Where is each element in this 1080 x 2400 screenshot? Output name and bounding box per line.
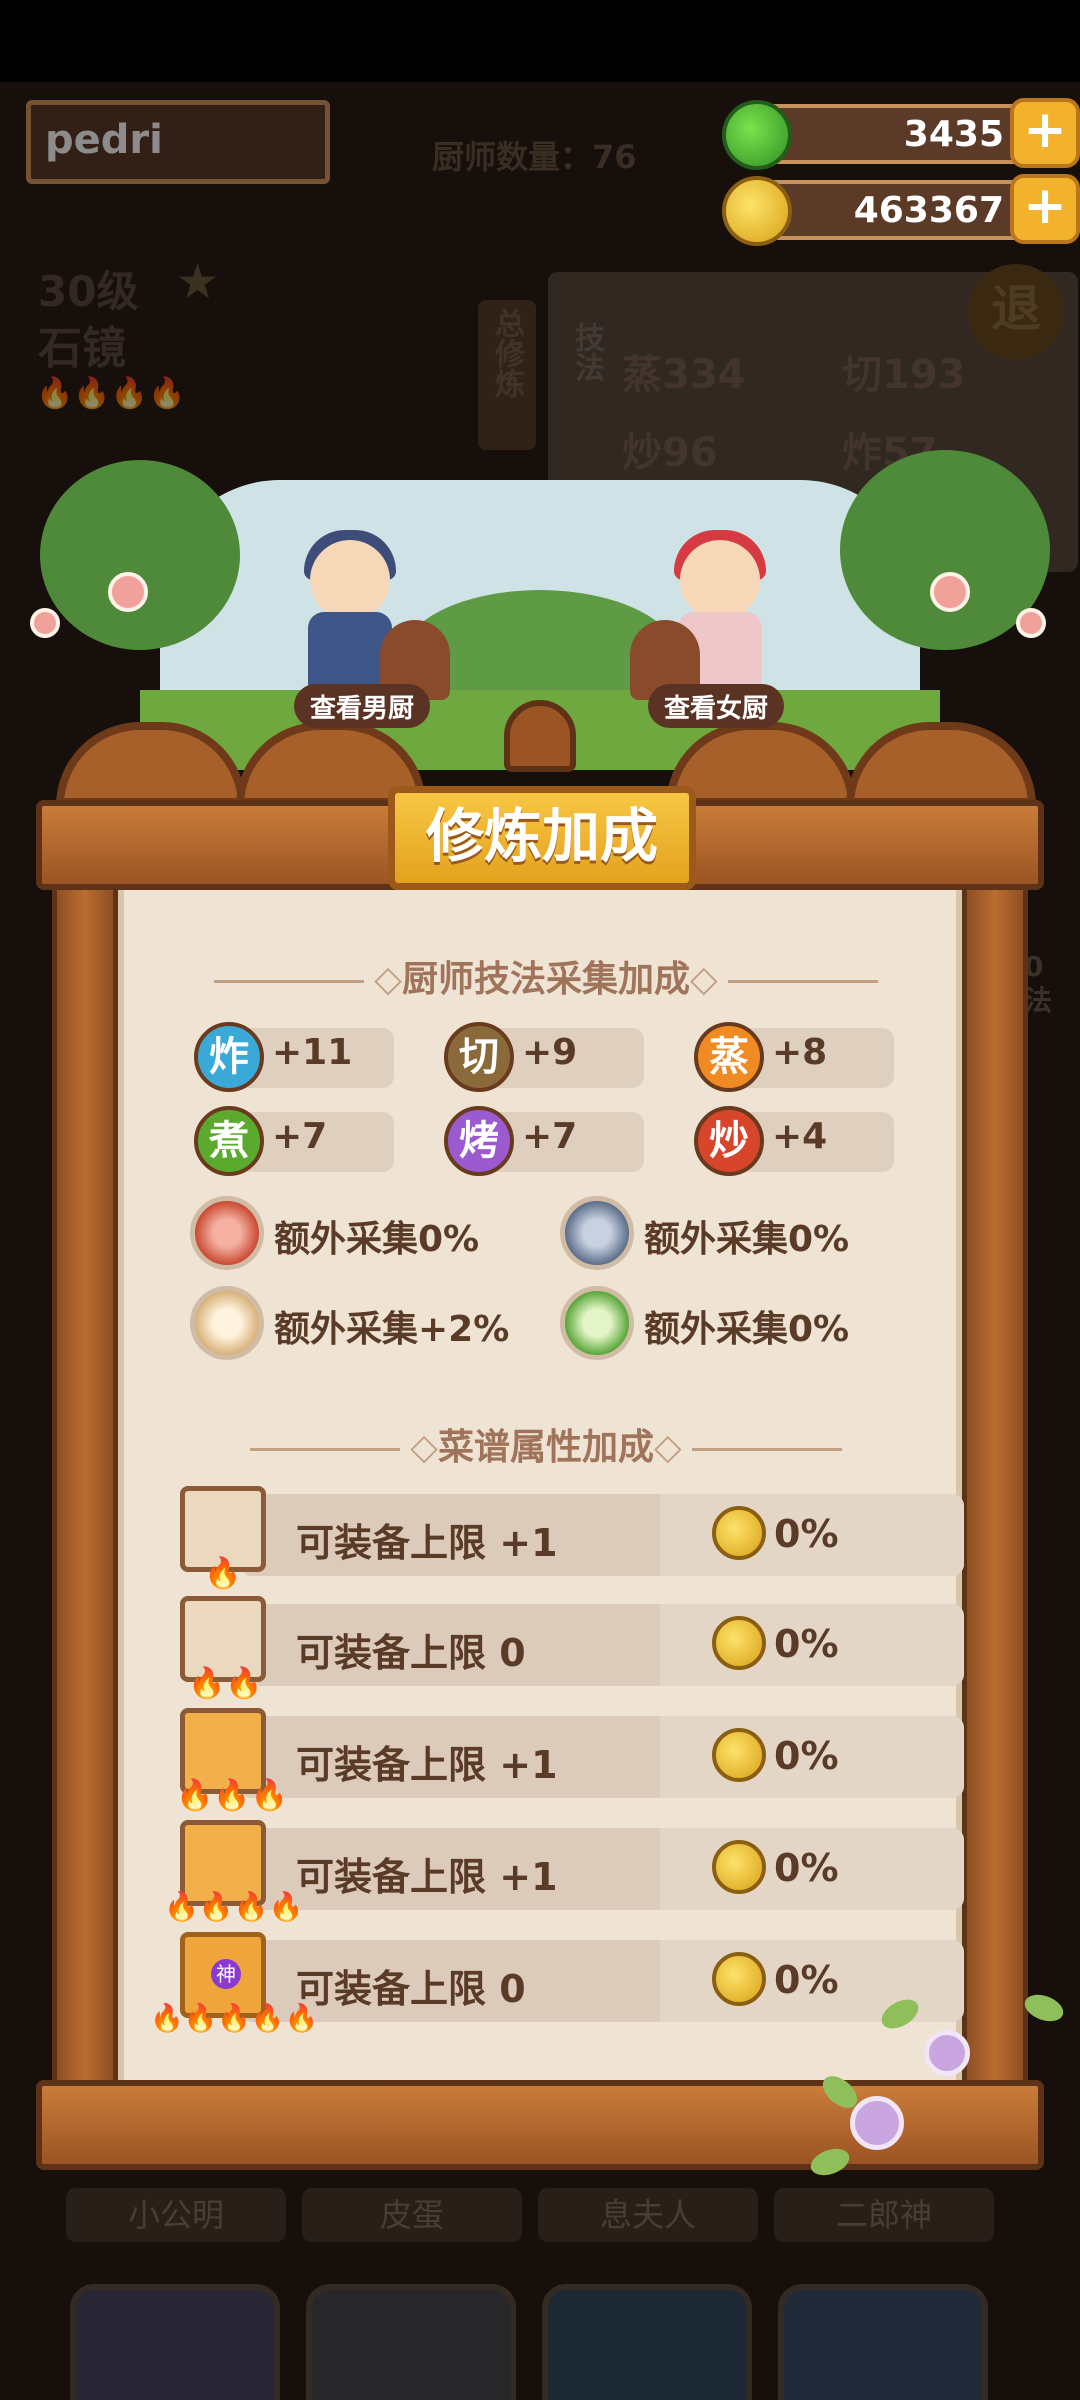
skill-steam: 蒸 +8 (694, 1022, 894, 1092)
view-male-chef-button[interactable]: 查看男厨 (294, 684, 431, 728)
flame-rank-2: 🔥🔥 (188, 1666, 263, 1701)
recipe-coin-percent: 0% (774, 1622, 839, 1666)
extra-fish-text: 额外采集0% (644, 1219, 850, 1260)
flower-right (930, 572, 970, 612)
flower-left-small (30, 608, 60, 638)
section-recipe-title: 菜谱属性加成 (437, 1427, 654, 1468)
arch-center-knob (504, 700, 576, 772)
recipe-row: 🔥🔥 可装备上限 0 0% (180, 1596, 964, 1701)
skill-roast: 烤 +7 (444, 1106, 644, 1176)
recipe-coin-percent: 0% (774, 1512, 839, 1556)
skill-value-roast: +7 (522, 1116, 578, 1157)
blossom-flower-icon (924, 2030, 970, 2076)
flower-left (108, 572, 148, 612)
skill-value-stirfry: +4 (772, 1116, 828, 1157)
extra-meat-text: 额外采集0% (274, 1219, 480, 1260)
recipe-coin-percent: 0% (774, 1958, 839, 2002)
jade-value: 3435 (903, 114, 1004, 155)
fish-icon (560, 1196, 634, 1270)
extra-vegetable-text: 额外采集0% (644, 1309, 850, 1350)
skill-stirfry: 炒 +4 (694, 1106, 894, 1176)
recipe-limit-label: 可装备上限 +1 (296, 1855, 558, 1899)
recipe-limit-label: 可装备上限 0 (296, 1967, 526, 2011)
skill-boil: 煮 +7 (194, 1106, 394, 1176)
blossom-flower-icon (850, 2096, 904, 2150)
add-jade-button[interactable]: + (1010, 98, 1080, 168)
flame-rank-3: 🔥🔥🔥 (176, 1778, 289, 1813)
recipe-limit-label: 可装备上限 0 (296, 1631, 526, 1675)
skill-value-boil: +7 (272, 1116, 328, 1157)
skill-value-cut: +9 (522, 1032, 578, 1073)
skill-badge-boil: 煮 (194, 1106, 264, 1176)
recipe-row: 神 🔥🔥🔥🔥🔥 可装备上限 0 0% (150, 1932, 964, 2034)
section-recipe-header: ◇菜谱属性加成◇ (124, 1418, 968, 1470)
recipe-row: 🔥 可装备上限 +1 0% (180, 1486, 964, 1591)
recipe-coin-percent: 0% (774, 1846, 839, 1890)
flower-right-small (1016, 608, 1046, 638)
skill-badge-roast: 烤 (444, 1106, 514, 1176)
panel-paper: ◇厨师技法采集加成◇ 炸 +11 切 +9 蒸 +8 煮 +7 烤 +7 炒 +… (118, 890, 964, 2080)
coin-icon (712, 1840, 766, 1894)
recipe-limit-label: 可装备上限 +1 (296, 1743, 558, 1787)
skill-badge-fry: 炸 (194, 1022, 264, 1092)
coin-icon (712, 1616, 766, 1670)
add-coin-button[interactable]: + (1010, 174, 1080, 244)
meat-icon (190, 1196, 264, 1270)
recipe-row: 🔥🔥🔥🔥 可装备上限 +1 0% (164, 1820, 964, 1923)
coin-currency: 463367 + (722, 174, 1080, 246)
flour-icon (190, 1286, 264, 1360)
coin-icon (722, 176, 792, 246)
flame-rank-5: 🔥🔥🔥🔥🔥 (150, 2003, 319, 2034)
recipe-limit-label: 可装备上限 +1 (296, 1521, 558, 1565)
skill-value-fry: +11 (272, 1032, 353, 1073)
view-female-chef-button[interactable]: 查看女厨 (648, 684, 785, 728)
vegetable-icon (560, 1286, 634, 1360)
frame-post-right (962, 870, 1028, 2100)
skill-badge-cut: 切 (444, 1022, 514, 1092)
tree-left (40, 460, 240, 650)
panel-title: 修炼加成 (388, 786, 696, 890)
recipe-coin-percent: 0% (774, 1734, 839, 1778)
skill-badge-steam: 蒸 (694, 1022, 764, 1092)
frame-post-left (52, 870, 118, 2100)
cultivation-bonus-panel: 修炼加成 ◇厨师技法采集加成◇ 炸 +11 切 +9 蒸 +8 煮 +7 烤 +… (36, 786, 1044, 2170)
coin-value: 463367 (853, 190, 1004, 231)
divine-seal-icon: 神 (211, 1959, 241, 1989)
skill-cut: 切 +9 (444, 1022, 644, 1092)
flame-rank-1: 🔥 (204, 1556, 242, 1591)
coin-icon (712, 1506, 766, 1560)
skill-badge-stirfry: 炒 (694, 1106, 764, 1176)
flame-rank-4: 🔥🔥🔥🔥 (164, 1890, 304, 1923)
coin-icon (712, 1728, 766, 1782)
coin-icon (712, 1952, 766, 2006)
extra-flour-text: 额外采集+2% (274, 1309, 510, 1350)
recipe-row: 🔥🔥🔥 可装备上限 +1 0% (176, 1708, 964, 1813)
section-skill-header: ◇厨师技法采集加成◇ (124, 950, 968, 1002)
game-screen: 30级 ★ 石镜 🔥🔥🔥🔥 总修炼 技法 采 蒸334 切193 炒96 炸57… (0, 0, 1080, 2400)
jade-icon (722, 100, 792, 170)
section-skill-title: 厨师技法采集加成 (401, 959, 690, 1000)
skill-fry: 炸 +11 (194, 1022, 394, 1092)
skill-value-steam: +8 (772, 1032, 828, 1073)
jade-currency: 3435 + (722, 98, 1080, 170)
